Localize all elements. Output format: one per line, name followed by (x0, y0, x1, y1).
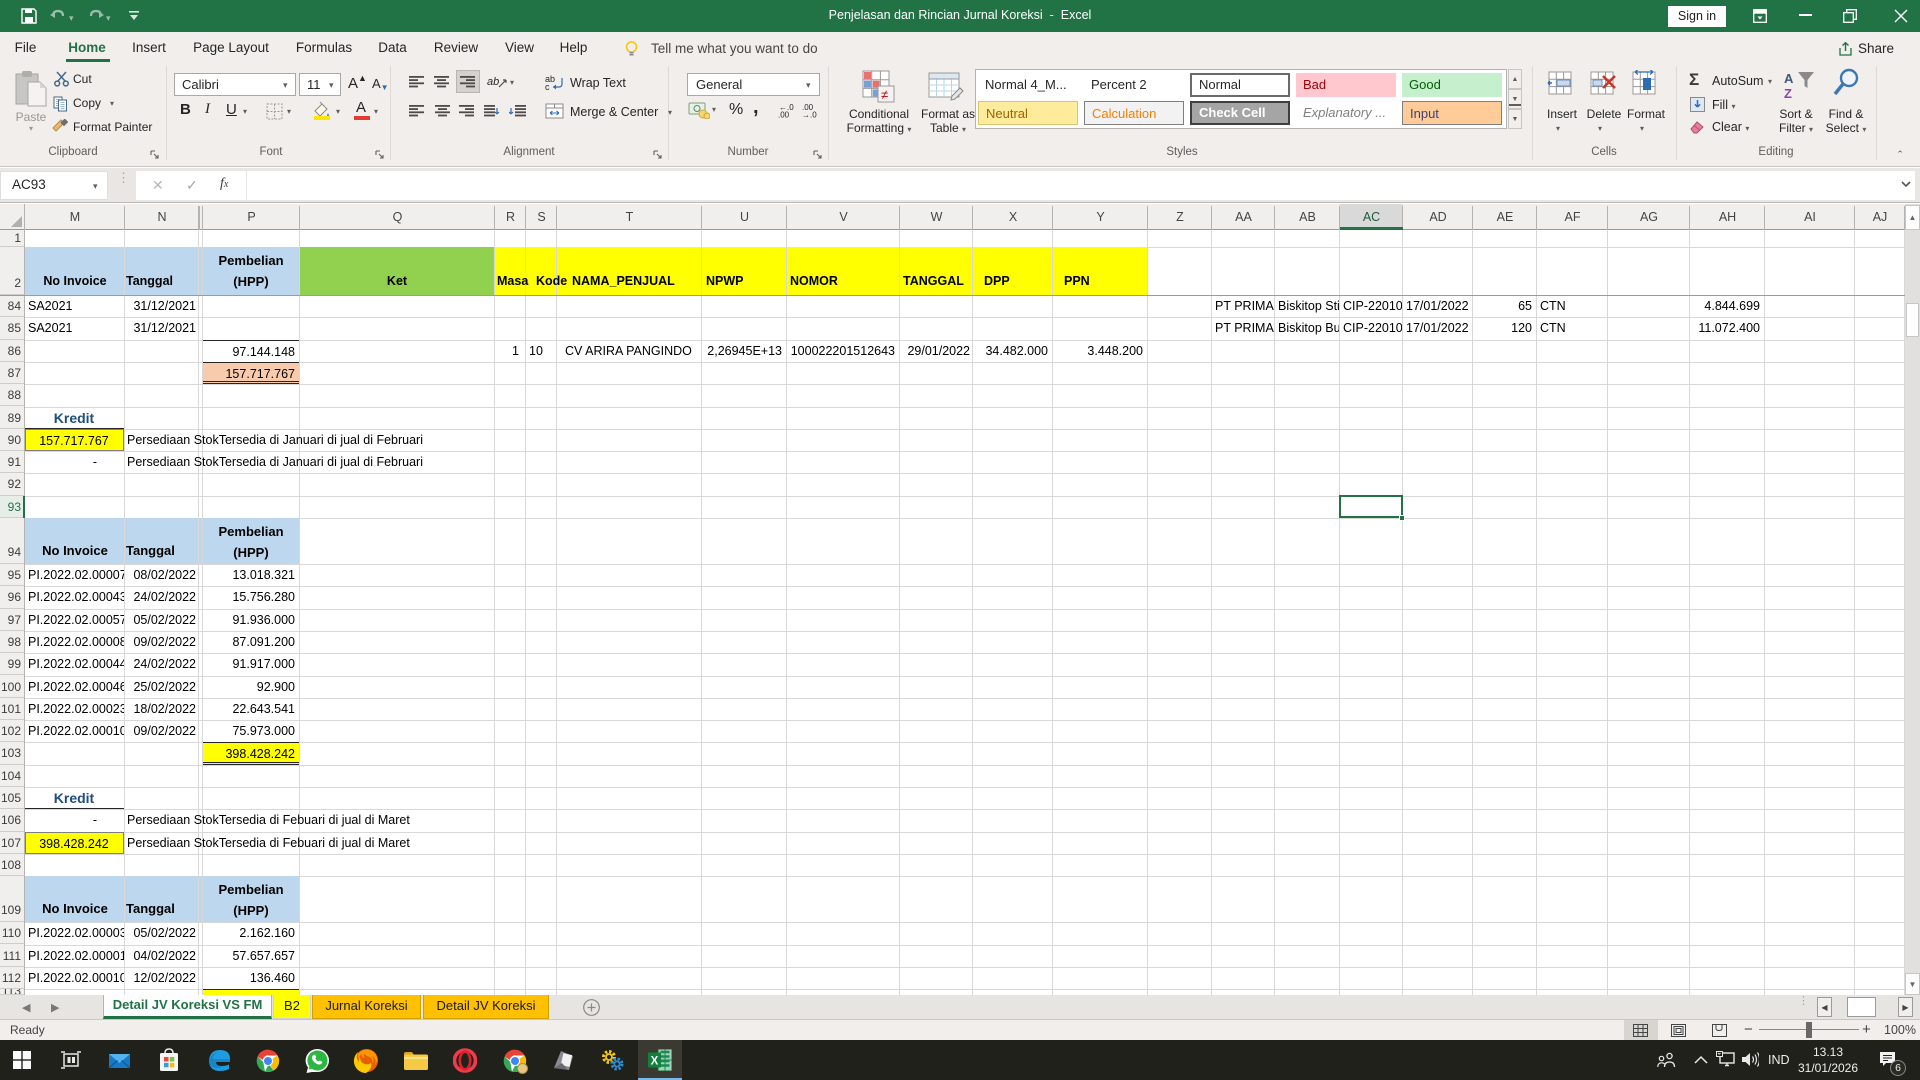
svg-text:→.0: →.0 (802, 111, 817, 119)
svg-text:.00: .00 (778, 111, 790, 119)
svg-text:A: A (1784, 71, 1794, 86)
svg-text:≠: ≠ (881, 87, 888, 102)
svg-text:c: c (545, 82, 550, 91)
svg-text:ab: ab (487, 76, 499, 88)
svg-text:X: X (651, 1055, 659, 1067)
svg-text:Z: Z (1784, 86, 1792, 100)
